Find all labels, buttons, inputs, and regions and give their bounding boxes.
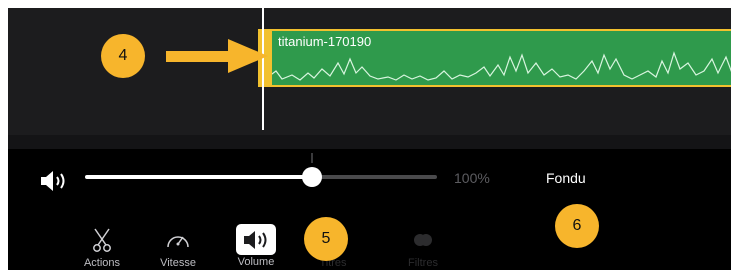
video-editor-screen: titanium-170190 4 100% Fondu Actions Vit… — [8, 8, 731, 270]
callout-badge: 5 — [304, 217, 348, 261]
audio-clip[interactable]: titanium-170190 — [258, 29, 731, 87]
fade-button[interactable]: Fondu — [546, 170, 586, 186]
volume-icon[interactable] — [39, 168, 69, 194]
volume-slider-fill[interactable] — [85, 175, 315, 179]
callout-badge: 6 — [555, 204, 599, 248]
volume-percent-label: 100% — [454, 170, 490, 186]
tool-volume[interactable]: Volume — [226, 224, 286, 270]
tool-speed[interactable]: Vitesse — [148, 224, 208, 270]
volume-slider-thumb[interactable] — [302, 167, 322, 187]
scissors-icon — [84, 224, 120, 256]
volume-slider-track[interactable] — [315, 175, 437, 179]
slider-tick-mark — [311, 153, 313, 163]
callout-badge: 4 — [101, 34, 145, 78]
audio-waveform — [258, 51, 731, 81]
tool-label-volume: Volume — [237, 256, 275, 268]
filter-icon — [405, 224, 441, 256]
tool-label-actions: Actions — [83, 257, 121, 269]
tool-label-filters: Filtres — [408, 257, 438, 269]
tool-label-speed: Vitesse — [160, 257, 196, 269]
tool-filters: Filtres — [393, 224, 453, 270]
audio-clip-title: titanium-170190 — [278, 34, 372, 49]
speaker-icon — [236, 224, 276, 255]
timeline-bottom-bar — [8, 135, 731, 149]
pointer-arrow-icon — [166, 39, 268, 73]
speedometer-icon — [160, 224, 196, 256]
tool-actions[interactable]: Actions — [72, 224, 132, 270]
